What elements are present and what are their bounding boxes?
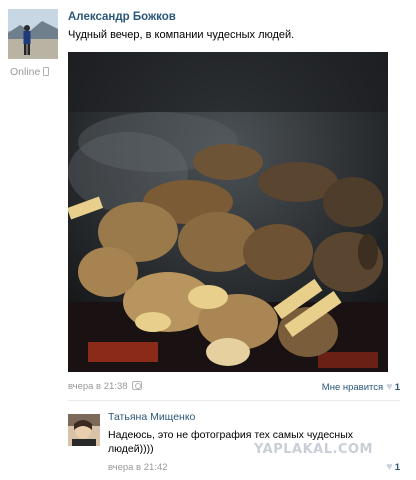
- comment-time[interactable]: вчера в 21:42: [108, 462, 168, 473]
- comment-author-name[interactable]: Татьяна Мищенко: [108, 411, 195, 423]
- heart-icon: ♥: [386, 461, 393, 473]
- online-status: Online: [10, 66, 50, 78]
- post-meta: вчера в 21:38 Мне нравится ♥ 1: [68, 381, 400, 393]
- comment-avatar[interactable]: [68, 414, 100, 446]
- heart-icon: ♥: [386, 381, 393, 393]
- watermark-logo: YAPLAKAL.COM: [254, 442, 373, 457]
- comment-like-button[interactable]: ♥ 1: [386, 461, 400, 473]
- comment-like-count: 1: [394, 462, 400, 473]
- mobile-icon: [43, 67, 50, 76]
- author-avatar[interactable]: [8, 9, 58, 59]
- post-like-button[interactable]: Мне нравится ♥ 1: [322, 381, 400, 393]
- post-author-name[interactable]: Александр Божков: [68, 11, 176, 23]
- post-photo[interactable]: [68, 52, 388, 372]
- post-text: Чудный вечер, в компании чудесных людей.: [68, 29, 295, 41]
- post-time[interactable]: вчера в 21:38: [68, 381, 128, 392]
- like-count: 1: [394, 382, 400, 393]
- wall-post: Online Александр Божков Чудный вечер, в …: [0, 0, 416, 480]
- divider: [68, 400, 400, 401]
- camera-icon: [132, 381, 142, 390]
- like-label: Мне нравится: [321, 382, 384, 393]
